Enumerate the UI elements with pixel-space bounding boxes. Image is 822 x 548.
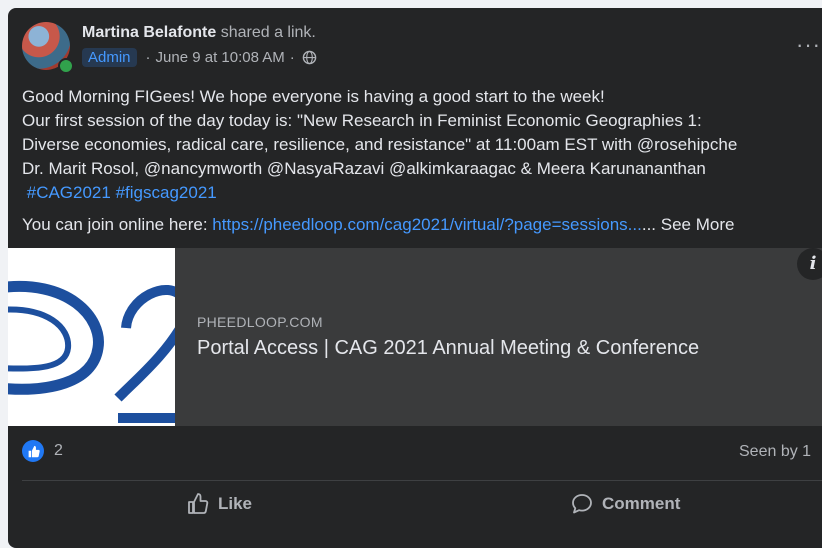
link-preview[interactable]: PHEEDLOOP.COM Portal Access | CAG 2021 A… [8,248,822,426]
reaction-count: 2 [54,442,63,459]
comment-label: Comment [602,494,681,513]
join-text: You can join online here: [22,215,213,234]
see-more-button[interactable]: See More [656,215,735,234]
body-line: Good Morning FIGees! We hope everyone is… [22,87,605,106]
globe-icon [302,50,317,65]
like-button[interactable]: Like [186,492,252,516]
thumbs-up-icon [188,493,209,514]
join-line: You can join online here: https://pheedl… [22,213,822,237]
body-line: Our first session of the day today is: "… [22,111,702,130]
timestamp[interactable]: June 9 at 10:08 AM [156,49,285,66]
admin-badge: Admin [82,48,137,67]
body-line: Diverse economies, radical care, resilie… [22,135,738,154]
action-text: shared a link. [216,24,316,41]
divider [22,480,822,481]
seen-by[interactable]: Seen by 1 [739,443,811,461]
hashtags: #CAG2021 #figscag2021 [22,181,822,205]
comment-button[interactable]: Comment [570,492,680,516]
like-reaction-icon [22,440,44,462]
info-icon[interactable]: i [797,248,822,280]
ellipsis: ... [641,215,657,234]
preview-thumbnail[interactable] [8,248,175,426]
preview-title[interactable]: Portal Access | CAG 2021 Annual Meeting … [197,337,699,360]
author-name[interactable]: Martina Belafonte [82,24,216,41]
post-body: Good Morning FIGees! We hope everyone is… [22,85,822,237]
separator: · [145,49,151,66]
post-header: Martina Belafonte shared a link. [82,24,316,42]
reaction-summary[interactable]: 2 [22,440,63,462]
online-status-dot [58,58,74,74]
session-link[interactable]: https://pheedloop.com/cag2021/virtual/?p… [212,215,642,234]
preview-domain: PHEEDLOOP.COM [197,314,323,330]
comment-icon [572,494,592,514]
body-line: Dr. Marit Rosol, @nancymworth @NasyaRaza… [22,159,706,178]
more-options-button[interactable]: ··· [796,34,822,56]
like-label: Like [218,494,253,513]
post-card: Martina Belafonte shared a link. Admin ·… [8,8,822,548]
separator: · [289,49,295,66]
hashtag-link[interactable]: #figscag2021 [116,183,217,202]
post-meta: Admin · June 9 at 10:08 AM · [82,48,317,67]
hashtag-link[interactable]: #CAG2021 [27,183,111,202]
